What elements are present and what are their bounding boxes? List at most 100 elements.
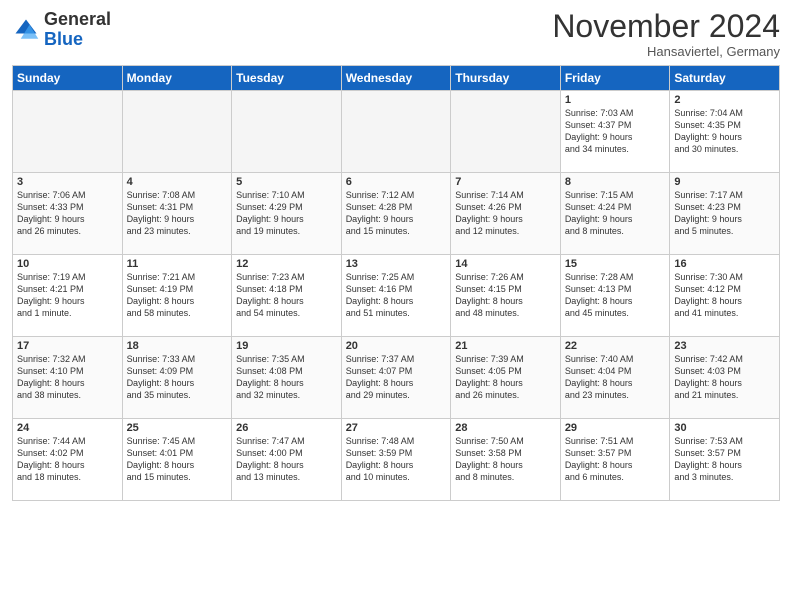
calendar-cell: 2Sunrise: 7:04 AM Sunset: 4:35 PM Daylig… xyxy=(670,91,780,173)
day-number: 21 xyxy=(455,340,556,352)
day-info: Sunrise: 7:44 AM Sunset: 4:02 PM Dayligh… xyxy=(17,435,118,484)
day-number: 9 xyxy=(674,176,775,188)
calendar-week-3: 10Sunrise: 7:19 AM Sunset: 4:21 PM Dayli… xyxy=(13,255,780,337)
calendar-cell: 1Sunrise: 7:03 AM Sunset: 4:37 PM Daylig… xyxy=(560,91,670,173)
calendar-cell: 9Sunrise: 7:17 AM Sunset: 4:23 PM Daylig… xyxy=(670,173,780,255)
calendar-cell: 19Sunrise: 7:35 AM Sunset: 4:08 PM Dayli… xyxy=(232,337,342,419)
col-header-monday: Monday xyxy=(122,66,232,91)
calendar-cell: 23Sunrise: 7:42 AM Sunset: 4:03 PM Dayli… xyxy=(670,337,780,419)
day-info: Sunrise: 7:39 AM Sunset: 4:05 PM Dayligh… xyxy=(455,353,556,402)
day-number: 15 xyxy=(565,258,666,270)
col-header-sunday: Sunday xyxy=(13,66,123,91)
day-info: Sunrise: 7:40 AM Sunset: 4:04 PM Dayligh… xyxy=(565,353,666,402)
day-info: Sunrise: 7:37 AM Sunset: 4:07 PM Dayligh… xyxy=(346,353,447,402)
day-number: 24 xyxy=(17,422,118,434)
day-info: Sunrise: 7:03 AM Sunset: 4:37 PM Dayligh… xyxy=(565,107,666,156)
calendar-cell: 14Sunrise: 7:26 AM Sunset: 4:15 PM Dayli… xyxy=(451,255,561,337)
day-info: Sunrise: 7:42 AM Sunset: 4:03 PM Dayligh… xyxy=(674,353,775,402)
calendar-week-4: 17Sunrise: 7:32 AM Sunset: 4:10 PM Dayli… xyxy=(13,337,780,419)
calendar-cell: 20Sunrise: 7:37 AM Sunset: 4:07 PM Dayli… xyxy=(341,337,451,419)
calendar-cell xyxy=(451,91,561,173)
day-number: 8 xyxy=(565,176,666,188)
day-info: Sunrise: 7:08 AM Sunset: 4:31 PM Dayligh… xyxy=(127,189,228,238)
calendar-cell xyxy=(122,91,232,173)
day-info: Sunrise: 7:47 AM Sunset: 4:00 PM Dayligh… xyxy=(236,435,337,484)
calendar-cell: 5Sunrise: 7:10 AM Sunset: 4:29 PM Daylig… xyxy=(232,173,342,255)
calendar-table: SundayMondayTuesdayWednesdayThursdayFrid… xyxy=(12,65,780,501)
calendar-cell: 6Sunrise: 7:12 AM Sunset: 4:28 PM Daylig… xyxy=(341,173,451,255)
calendar-cell: 12Sunrise: 7:23 AM Sunset: 4:18 PM Dayli… xyxy=(232,255,342,337)
day-number: 16 xyxy=(674,258,775,270)
day-number: 13 xyxy=(346,258,447,270)
day-number: 22 xyxy=(565,340,666,352)
day-info: Sunrise: 7:45 AM Sunset: 4:01 PM Dayligh… xyxy=(127,435,228,484)
day-info: Sunrise: 7:10 AM Sunset: 4:29 PM Dayligh… xyxy=(236,189,337,238)
day-number: 14 xyxy=(455,258,556,270)
day-number: 20 xyxy=(346,340,447,352)
day-number: 11 xyxy=(127,258,228,270)
calendar-cell: 29Sunrise: 7:51 AM Sunset: 3:57 PM Dayli… xyxy=(560,419,670,501)
day-number: 18 xyxy=(127,340,228,352)
day-number: 12 xyxy=(236,258,337,270)
day-number: 10 xyxy=(17,258,118,270)
day-info: Sunrise: 7:50 AM Sunset: 3:58 PM Dayligh… xyxy=(455,435,556,484)
calendar-cell xyxy=(13,91,123,173)
day-number: 28 xyxy=(455,422,556,434)
logo: General Blue xyxy=(12,10,111,50)
month-title: November 2024 xyxy=(552,10,780,42)
header: General Blue November 2024 Hansaviertel,… xyxy=(12,10,780,59)
calendar-cell: 16Sunrise: 7:30 AM Sunset: 4:12 PM Dayli… xyxy=(670,255,780,337)
day-number: 3 xyxy=(17,176,118,188)
day-number: 5 xyxy=(236,176,337,188)
day-info: Sunrise: 7:51 AM Sunset: 3:57 PM Dayligh… xyxy=(565,435,666,484)
title-block: November 2024 Hansaviertel, Germany xyxy=(552,10,780,59)
calendar-cell: 26Sunrise: 7:47 AM Sunset: 4:00 PM Dayli… xyxy=(232,419,342,501)
col-header-wednesday: Wednesday xyxy=(341,66,451,91)
day-number: 30 xyxy=(674,422,775,434)
calendar-cell: 27Sunrise: 7:48 AM Sunset: 3:59 PM Dayli… xyxy=(341,419,451,501)
day-info: Sunrise: 7:14 AM Sunset: 4:26 PM Dayligh… xyxy=(455,189,556,238)
calendar-cell: 21Sunrise: 7:39 AM Sunset: 4:05 PM Dayli… xyxy=(451,337,561,419)
calendar-cell: 28Sunrise: 7:50 AM Sunset: 3:58 PM Dayli… xyxy=(451,419,561,501)
day-info: Sunrise: 7:26 AM Sunset: 4:15 PM Dayligh… xyxy=(455,271,556,320)
logo-general: General xyxy=(44,9,111,29)
col-header-tuesday: Tuesday xyxy=(232,66,342,91)
calendar-cell: 8Sunrise: 7:15 AM Sunset: 4:24 PM Daylig… xyxy=(560,173,670,255)
day-info: Sunrise: 7:12 AM Sunset: 4:28 PM Dayligh… xyxy=(346,189,447,238)
col-header-friday: Friday xyxy=(560,66,670,91)
day-info: Sunrise: 7:21 AM Sunset: 4:19 PM Dayligh… xyxy=(127,271,228,320)
calendar-week-2: 3Sunrise: 7:06 AM Sunset: 4:33 PM Daylig… xyxy=(13,173,780,255)
calendar-cell: 13Sunrise: 7:25 AM Sunset: 4:16 PM Dayli… xyxy=(341,255,451,337)
logo-icon xyxy=(12,16,40,44)
day-number: 7 xyxy=(455,176,556,188)
logo-blue: Blue xyxy=(44,29,83,49)
calendar-cell: 15Sunrise: 7:28 AM Sunset: 4:13 PM Dayli… xyxy=(560,255,670,337)
day-info: Sunrise: 7:35 AM Sunset: 4:08 PM Dayligh… xyxy=(236,353,337,402)
day-number: 27 xyxy=(346,422,447,434)
calendar-cell: 10Sunrise: 7:19 AM Sunset: 4:21 PM Dayli… xyxy=(13,255,123,337)
location: Hansaviertel, Germany xyxy=(552,44,780,59)
calendar-cell xyxy=(341,91,451,173)
calendar-cell: 3Sunrise: 7:06 AM Sunset: 4:33 PM Daylig… xyxy=(13,173,123,255)
calendar-cell: 22Sunrise: 7:40 AM Sunset: 4:04 PM Dayli… xyxy=(560,337,670,419)
calendar-header-row: SundayMondayTuesdayWednesdayThursdayFrid… xyxy=(13,66,780,91)
calendar-cell: 11Sunrise: 7:21 AM Sunset: 4:19 PM Dayli… xyxy=(122,255,232,337)
col-header-saturday: Saturday xyxy=(670,66,780,91)
day-number: 26 xyxy=(236,422,337,434)
day-number: 25 xyxy=(127,422,228,434)
day-info: Sunrise: 7:28 AM Sunset: 4:13 PM Dayligh… xyxy=(565,271,666,320)
day-info: Sunrise: 7:48 AM Sunset: 3:59 PM Dayligh… xyxy=(346,435,447,484)
day-number: 6 xyxy=(346,176,447,188)
day-info: Sunrise: 7:19 AM Sunset: 4:21 PM Dayligh… xyxy=(17,271,118,320)
day-number: 19 xyxy=(236,340,337,352)
day-number: 1 xyxy=(565,94,666,106)
day-info: Sunrise: 7:15 AM Sunset: 4:24 PM Dayligh… xyxy=(565,189,666,238)
calendar-week-5: 24Sunrise: 7:44 AM Sunset: 4:02 PM Dayli… xyxy=(13,419,780,501)
logo-text: General Blue xyxy=(44,10,111,50)
day-number: 17 xyxy=(17,340,118,352)
calendar-cell: 25Sunrise: 7:45 AM Sunset: 4:01 PM Dayli… xyxy=(122,419,232,501)
calendar-cell: 30Sunrise: 7:53 AM Sunset: 3:57 PM Dayli… xyxy=(670,419,780,501)
day-info: Sunrise: 7:53 AM Sunset: 3:57 PM Dayligh… xyxy=(674,435,775,484)
calendar-cell: 4Sunrise: 7:08 AM Sunset: 4:31 PM Daylig… xyxy=(122,173,232,255)
calendar-cell: 18Sunrise: 7:33 AM Sunset: 4:09 PM Dayli… xyxy=(122,337,232,419)
